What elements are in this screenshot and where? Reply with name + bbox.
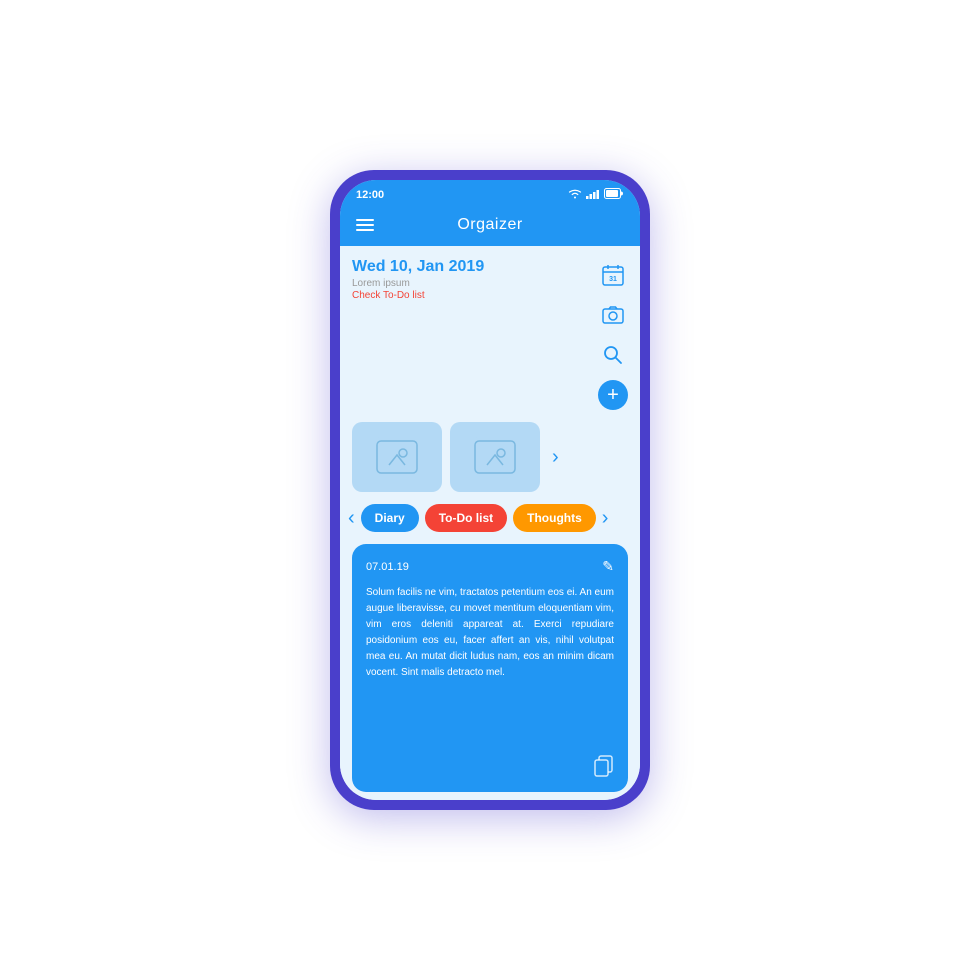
tab-right-chevron[interactable]: › [602,507,609,530]
entry-header: 07.01.19 ✎ [366,558,614,575]
wifi-icon [568,189,582,202]
app-title: Orgaizer [457,216,522,234]
edit-icon[interactable]: ✎ [602,558,614,575]
photos-chevron[interactable]: › [552,446,559,469]
photos-row: › [340,418,640,500]
date-sub: Lorem ipsum [352,278,598,289]
add-icon: + [607,385,619,405]
photo-thumb-1[interactable] [352,422,442,492]
tab-thoughts[interactable]: Thoughts [513,504,596,532]
date-todo[interactable]: Check To-Do list [352,290,598,301]
status-bar: 12:00 [340,180,640,208]
status-icons [568,186,624,204]
copy-icon-wrap [366,755,614,782]
tab-left-chevron[interactable]: ‹ [348,507,355,530]
photo-thumb-2[interactable] [450,422,540,492]
entry-text: Solum facilis ne vim, tractatos petentiu… [366,585,614,747]
calendar-icon[interactable]: 31 [598,260,628,290]
battery-icon [604,186,624,204]
tabs-row: ‹ Diary To-Do list Thoughts › [340,500,640,540]
date-main: Wed 10, Jan 2019 [352,258,598,276]
content-area: Wed 10, Jan 2019 Lorem ipsum Check To-Do… [340,246,640,800]
right-icons-panel: 31 [598,258,628,410]
app-header: Orgaizer [340,208,640,246]
add-button[interactable]: + [598,380,628,410]
phone-frame: 12:00 [330,170,650,810]
signal-icon [586,186,600,204]
menu-line-3 [356,229,374,231]
menu-line-1 [356,219,374,221]
tab-todo[interactable]: To-Do list [425,504,507,532]
status-time: 12:00 [356,189,384,201]
entry-date: 07.01.19 [366,561,409,573]
date-info: Wed 10, Jan 2019 Lorem ipsum Check To-Do… [352,258,598,410]
date-section: Wed 10, Jan 2019 Lorem ipsum Check To-Do… [340,246,640,418]
phone-screen: 12:00 [340,180,640,800]
camera-icon[interactable] [598,300,628,330]
copy-icon[interactable] [594,755,614,782]
entry-card: 07.01.19 ✎ Solum facilis ne vim, tractat… [352,544,628,792]
menu-line-2 [356,224,374,226]
tab-diary[interactable]: Diary [361,504,419,532]
menu-icon[interactable] [356,219,374,231]
svg-text:31: 31 [609,276,617,283]
search-icon[interactable] [598,340,628,370]
